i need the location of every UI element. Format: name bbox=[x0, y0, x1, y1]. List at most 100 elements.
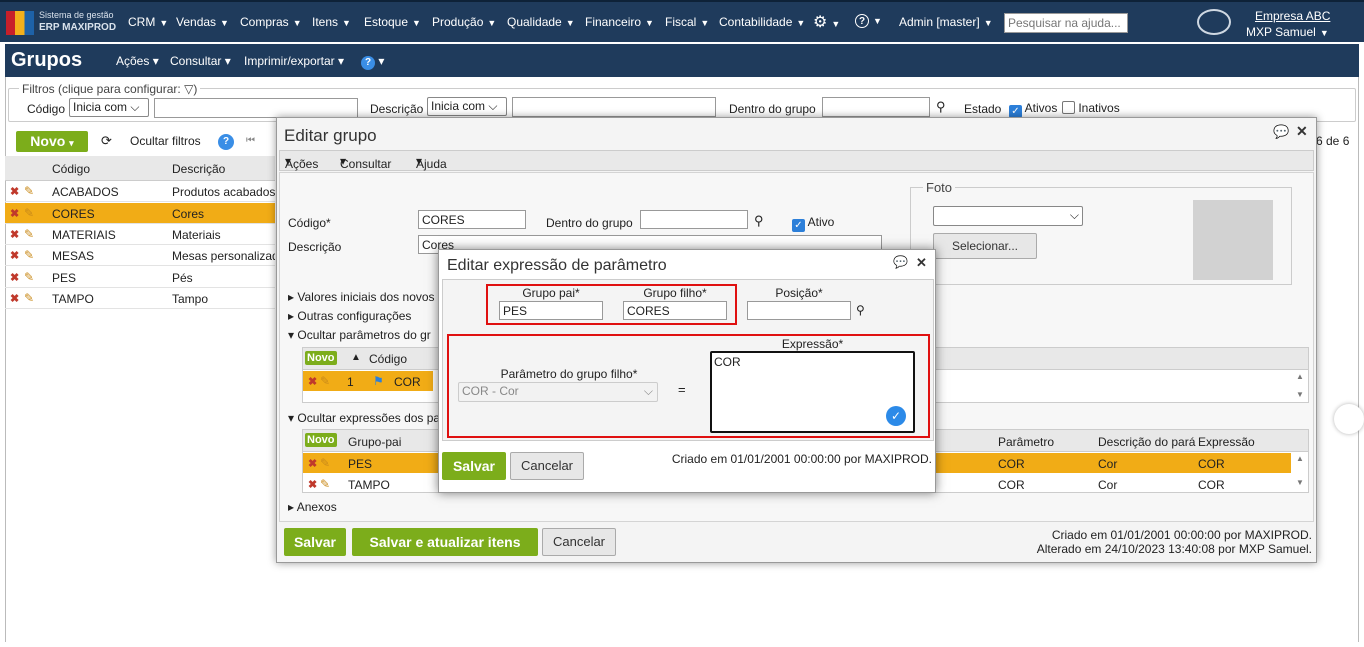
menu-estoque[interactable]: Estoque ▼ bbox=[364, 15, 421, 29]
delete-icon[interactable]: ✖ bbox=[308, 478, 317, 491]
search-icon[interactable]: ⚲ bbox=[856, 303, 865, 317]
filter-descricao-mode[interactable]: Inicia com ⌵ bbox=[427, 97, 507, 116]
expressao-textarea[interactable]: COR bbox=[710, 351, 915, 433]
posicao-input[interactable] bbox=[747, 301, 851, 320]
expr-col-grupo-pai[interactable]: Grupo-pai bbox=[348, 435, 401, 449]
table-row-selected[interactable]: ✖ ✎ CORES Cores bbox=[5, 203, 275, 224]
filter-codigo-mode[interactable]: Inicia com ⌵ bbox=[69, 98, 149, 117]
edit-icon[interactable]: ✎ bbox=[24, 248, 34, 262]
section-outras[interactable]: ▸ Outras configurações bbox=[288, 309, 411, 323]
filter-descricao-input[interactable] bbox=[512, 97, 716, 117]
expr-salvar-button[interactable]: Salvar bbox=[442, 452, 506, 480]
col-codigo[interactable]: Código bbox=[52, 162, 90, 176]
comment-icon[interactable]: 💬 bbox=[1273, 124, 1289, 140]
section-anexos[interactable]: ▸ Anexos bbox=[288, 500, 337, 514]
dentro-grupo-input[interactable] bbox=[640, 210, 748, 229]
section-expressoes[interactable]: ▾ Ocultar expressões dos pa bbox=[288, 411, 440, 425]
selecionar-button[interactable]: Selecionar... bbox=[933, 233, 1037, 259]
filter-codigo-input[interactable] bbox=[154, 98, 358, 118]
admin-menu[interactable]: Admin [master] ▼ bbox=[899, 15, 993, 29]
menu-fiscal[interactable]: Fiscal ▼ bbox=[665, 15, 709, 29]
delete-icon[interactable]: ✖ bbox=[308, 375, 317, 388]
menu-itens[interactable]: Itens ▼ bbox=[312, 15, 351, 29]
menu-acoes[interactable]: Ações ▾ bbox=[116, 54, 159, 68]
menu-vendas[interactable]: Vendas ▼ bbox=[176, 15, 229, 29]
filter-dentro-input[interactable] bbox=[822, 97, 930, 117]
cancelar-button[interactable]: Cancelar bbox=[542, 528, 616, 556]
company-link[interactable]: Empresa ABC bbox=[1255, 9, 1330, 23]
foto-select[interactable]: ⌵ bbox=[933, 206, 1083, 226]
close-icon[interactable]: ✕ bbox=[916, 255, 927, 271]
menu-imprimir[interactable]: Imprimir/exportar ▾ bbox=[244, 54, 344, 68]
menu-contabilidade[interactable]: Contabilidade ▼ bbox=[719, 15, 805, 29]
scroll-down-icon[interactable]: ▼ bbox=[1296, 390, 1304, 399]
delete-icon[interactable]: ✖ bbox=[10, 271, 19, 284]
table-row[interactable]: ✖✎MESASMesas personalizadas bbox=[5, 245, 275, 266]
table-row[interactable]: ✖ ✎ PES Pés bbox=[5, 267, 275, 288]
menu-consultar[interactable]: Consultar ▾ bbox=[170, 54, 231, 68]
funnel-icon[interactable]: ▽ bbox=[184, 82, 193, 96]
edit-icon[interactable]: ✎ bbox=[24, 227, 34, 241]
delete-icon[interactable]: ✖ bbox=[10, 228, 19, 241]
novo-button[interactable]: Novo ▾ bbox=[16, 131, 88, 152]
sort-up-icon[interactable]: ▲ bbox=[351, 352, 361, 363]
chat-icon[interactable] bbox=[1197, 9, 1231, 35]
edit-icon[interactable]: ✎ bbox=[24, 184, 34, 198]
help-menu-icon[interactable]: ? ▼ bbox=[855, 13, 882, 28]
delete-icon[interactable]: ✖ bbox=[10, 292, 19, 305]
search-icon[interactable]: ⚲ bbox=[754, 213, 764, 229]
expr-novo-button[interactable]: Novo bbox=[305, 433, 337, 447]
salvar-atualizar-button[interactable]: Salvar e atualizar itens bbox=[352, 528, 538, 556]
salvar-button[interactable]: Salvar bbox=[284, 528, 346, 556]
expr-col-parametro[interactable]: Parâmetro bbox=[998, 435, 1054, 449]
dlg-menu-acoes[interactable]: Ações ▾ bbox=[285, 154, 318, 171]
edit-icon[interactable]: ✎ bbox=[24, 291, 34, 305]
param-filho-select[interactable]: COR - Cor ⌵ bbox=[458, 382, 658, 402]
comment-icon[interactable]: 💬 bbox=[893, 255, 908, 269]
refresh-icon[interactable]: ⟳ bbox=[101, 133, 112, 149]
delete-icon[interactable]: ✖ bbox=[308, 457, 317, 470]
expr-cancelar-button[interactable]: Cancelar bbox=[510, 452, 584, 480]
table-row[interactable]: ✖ ✎ TAMPO Tampo bbox=[5, 288, 275, 309]
param-novo-button[interactable]: Novo bbox=[305, 351, 337, 365]
ocultar-filtros-button[interactable]: Ocultar filtros bbox=[130, 134, 201, 148]
param-row[interactable]: ✖ ✎ 1 ⚑ COR bbox=[303, 371, 433, 391]
table-row[interactable]: ✖ ✎ MATERIAIS Materiais bbox=[5, 224, 275, 245]
ativo-checkbox[interactable]: ✓ Ativo bbox=[792, 215, 834, 232]
menu-producao[interactable]: Produção ▼ bbox=[432, 15, 496, 29]
first-page-icon[interactable]: ⏮ bbox=[246, 135, 255, 146]
floating-widget-icon[interactable] bbox=[1334, 404, 1364, 434]
dlg-menu-ajuda[interactable]: Ajuda ▾ bbox=[416, 154, 447, 171]
page-help-icon[interactable]: ? ▾ bbox=[361, 54, 384, 70]
table-row[interactable]: ✖ ✎ ACABADOS Produtos acabados bbox=[5, 181, 275, 202]
section-parametros[interactable]: ▾ Ocultar parâmetros do gr bbox=[288, 328, 431, 342]
param-col-codigo[interactable]: Código bbox=[369, 352, 407, 366]
scroll-up-icon[interactable]: ▲ bbox=[1296, 454, 1304, 463]
menu-qualidade[interactable]: Qualidade ▼ bbox=[507, 15, 575, 29]
check-icon[interactable]: ✓ bbox=[886, 406, 906, 426]
scroll-up-icon[interactable]: ▲ bbox=[1296, 372, 1304, 381]
help-search-input[interactable]: Pesquisar na ajuda... bbox=[1004, 13, 1128, 33]
expr-col-expressao[interactable]: Expressão bbox=[1198, 435, 1255, 449]
user-menu[interactable]: MXP Samuel ▼ bbox=[1246, 25, 1329, 39]
expr-col-descricao[interactable]: Descrição do pará bbox=[1098, 435, 1195, 449]
menu-financeiro[interactable]: Financeiro ▼ bbox=[585, 15, 654, 29]
grupo-pai-input[interactable]: PES bbox=[499, 301, 603, 320]
filter-inativos[interactable]: Inativos bbox=[1062, 101, 1120, 115]
edit-icon[interactable]: ✎ bbox=[24, 206, 34, 220]
delete-icon[interactable]: ✖ bbox=[10, 249, 19, 262]
delete-icon[interactable]: ✖ bbox=[10, 207, 19, 220]
gear-icon[interactable]: ⚙ ▼ bbox=[813, 12, 840, 32]
search-icon[interactable]: ⚲ bbox=[936, 99, 946, 115]
toolbar-help-icon[interactable]: ? bbox=[218, 133, 234, 150]
menu-crm[interactable]: CRM ▼ bbox=[128, 15, 168, 29]
delete-icon[interactable]: ✖ bbox=[10, 185, 19, 198]
menu-compras[interactable]: Compras ▼ bbox=[240, 15, 302, 29]
close-icon[interactable]: ✕ bbox=[1296, 123, 1308, 140]
scroll-down-icon[interactable]: ▼ bbox=[1296, 478, 1304, 487]
codigo-input[interactable]: CORES bbox=[418, 210, 526, 229]
filters-legend[interactable]: Filtros (clique para configurar: ▽) bbox=[19, 82, 201, 96]
filter-ativos[interactable]: ✓ Ativos bbox=[1009, 101, 1057, 118]
grupo-filho-input[interactable]: CORES bbox=[623, 301, 727, 320]
section-valores[interactable]: ▸ Valores iniciais dos novos bbox=[288, 290, 435, 304]
